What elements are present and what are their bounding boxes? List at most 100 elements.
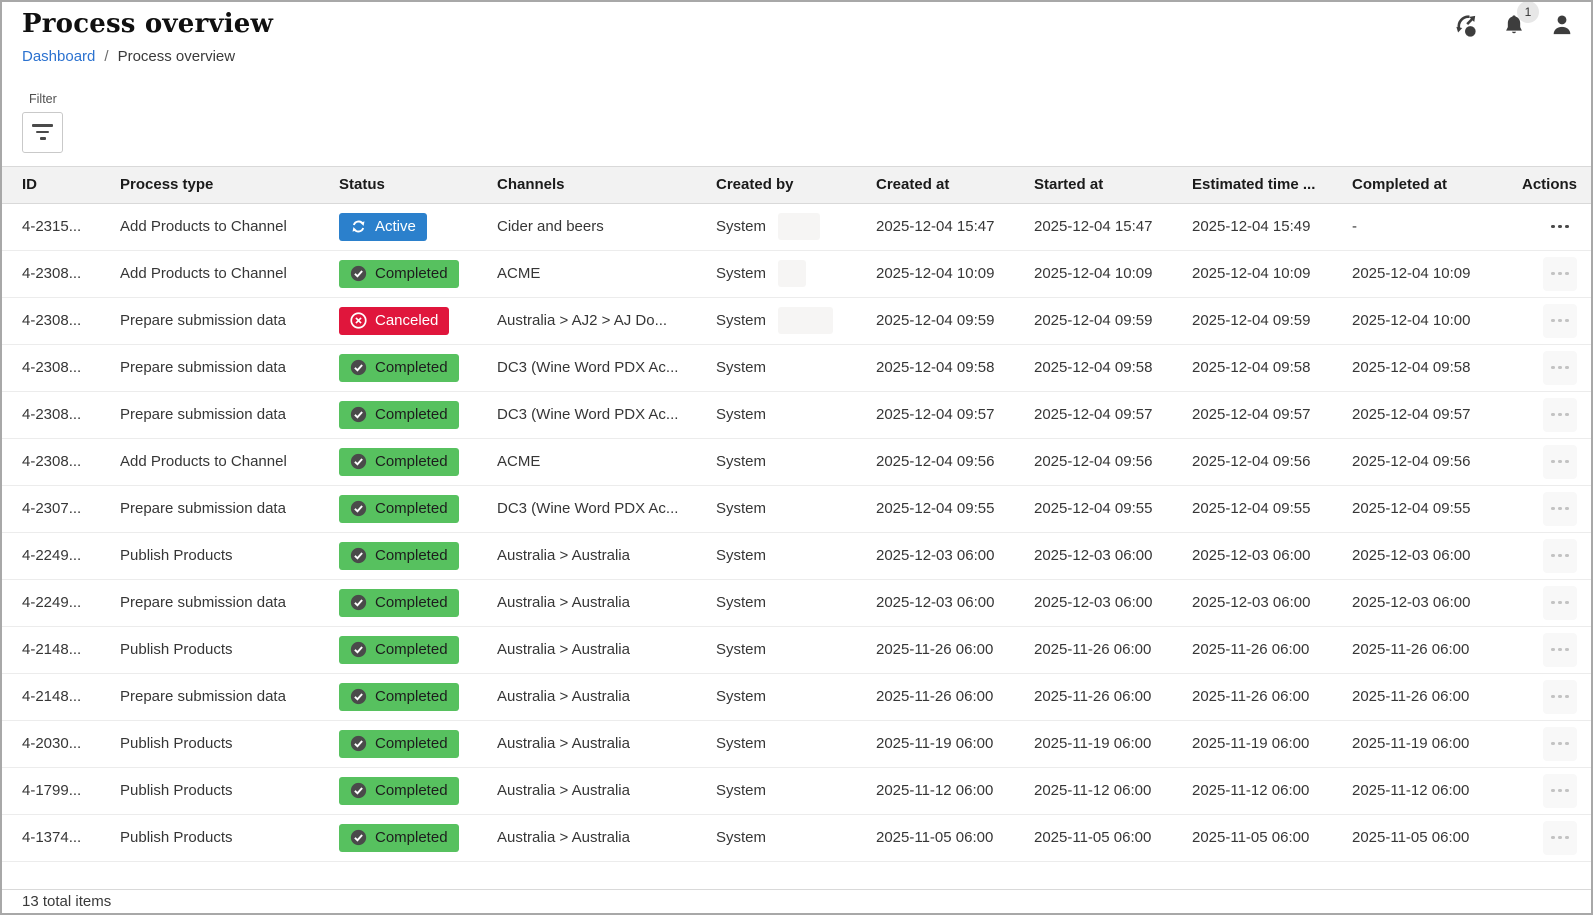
column-header: Created at — [876, 176, 1034, 193]
table-row[interactable]: 4-2148... Prepare submission data — [2, 674, 1591, 721]
column-header: ID — [22, 176, 120, 193]
row-actions-button[interactable] — [1543, 586, 1577, 620]
cell-started-at: 2025-12-03 06:00 — [1034, 547, 1192, 564]
cell-id: 4-2148... — [22, 688, 120, 705]
cell-created-by: System — [716, 307, 876, 334]
row-actions-button[interactable] — [1543, 633, 1577, 667]
table-row[interactable]: 4-2308... Prepare submission data — [2, 392, 1591, 439]
row-actions-button[interactable] — [1543, 257, 1577, 291]
cell-process-type: Prepare submission data — [120, 594, 339, 611]
cell-status: Completed — [339, 824, 497, 852]
table-row[interactable]: 4-2148... Publish Products Complet — [2, 627, 1591, 674]
cell-actions — [1508, 351, 1577, 385]
status-label: Completed — [375, 547, 448, 564]
created-by-value: System — [716, 218, 766, 235]
cell-started-at: 2025-12-04 10:09 — [1034, 265, 1192, 282]
status-badge: Completed — [339, 401, 459, 429]
cell-actions — [1508, 633, 1577, 667]
notifications-button[interactable]: 1 — [1501, 12, 1527, 39]
breadcrumb-separator: / — [104, 48, 108, 65]
row-actions-button[interactable] — [1543, 304, 1577, 338]
status-badge: Completed — [339, 730, 459, 758]
cell-started-at: 2025-12-04 09:56 — [1034, 453, 1192, 470]
table-row[interactable]: 4-2315... Add Products to Channel — [2, 204, 1591, 251]
created-by-value: System — [716, 453, 766, 470]
cell-estimated-at: 2025-12-04 09:57 — [1192, 406, 1352, 423]
breadcrumb-dashboard-link[interactable]: Dashboard — [22, 48, 95, 65]
cell-status: Completed — [339, 636, 497, 664]
table-row[interactable]: 4-1799... Publish Products Complet — [2, 768, 1591, 815]
cell-started-at: 2025-11-05 06:00 — [1034, 829, 1192, 846]
table-row[interactable]: 4-2030... Publish Products Complet — [2, 721, 1591, 768]
status-badge: Active — [339, 213, 427, 241]
cell-started-at: 2025-11-19 06:00 — [1034, 735, 1192, 752]
row-actions-button[interactable] — [1543, 821, 1577, 855]
column-header: Started at — [1034, 176, 1192, 193]
cell-completed-at: 2025-12-04 10:00 — [1352, 312, 1508, 329]
cell-started-at: 2025-12-04 09:58 — [1034, 359, 1192, 376]
created-by-value: System — [716, 359, 766, 376]
row-actions-button[interactable] — [1543, 727, 1577, 761]
cell-estimated-at: 2025-11-26 06:00 — [1192, 688, 1352, 705]
cell-status: Canceled — [339, 307, 497, 335]
avatar-skeleton — [778, 213, 820, 240]
cell-created-by: System — [716, 547, 876, 564]
cell-created-by: System — [716, 406, 876, 423]
table-row[interactable]: 4-1374... Publish Products Complet — [2, 815, 1591, 862]
table-row[interactable]: 4-2308... Prepare submission data — [2, 298, 1591, 345]
table-bottom-spacer — [2, 862, 1591, 890]
cell-channels: Australia > AJ2 > AJ Do... — [497, 312, 716, 329]
cell-completed-at: 2025-12-03 06:00 — [1352, 547, 1508, 564]
page-header: Process overview Dashboard/Process overv… — [2, 2, 1591, 153]
cell-created-by: System — [716, 735, 876, 752]
cell-id: 4-2315... — [22, 218, 120, 235]
cell-completed-at: 2025-11-12 06:00 — [1352, 782, 1508, 799]
row-actions-button[interactable] — [1543, 398, 1577, 432]
cell-created-at: 2025-12-04 09:59 — [876, 312, 1034, 329]
column-header: Status — [339, 176, 497, 193]
cell-created-by: System — [716, 213, 876, 240]
check-circle-icon — [350, 265, 367, 282]
status-label: Completed — [375, 453, 448, 470]
cell-id: 4-2308... — [22, 453, 120, 470]
cell-completed-at: 2025-11-19 06:00 — [1352, 735, 1508, 752]
sync-icon — [350, 218, 367, 235]
sync-processes-button[interactable] — [1452, 12, 1479, 39]
row-actions-button[interactable] — [1543, 445, 1577, 479]
table-row[interactable]: 4-2308... Prepare submission data — [2, 345, 1591, 392]
row-actions-button[interactable] — [1543, 215, 1577, 239]
cell-completed-at: 2025-12-04 10:09 — [1352, 265, 1508, 282]
cell-created-at: 2025-12-03 06:00 — [876, 594, 1034, 611]
avatar-skeleton — [778, 260, 806, 287]
cell-status: Completed — [339, 542, 497, 570]
status-badge: Completed — [339, 683, 459, 711]
cell-actions — [1508, 586, 1577, 620]
cell-process-type: Publish Products — [120, 641, 339, 658]
filter-button[interactable] — [22, 112, 63, 153]
table-row[interactable]: 4-2249... Publish Products Complet — [2, 533, 1591, 580]
cell-process-type: Publish Products — [120, 782, 339, 799]
status-badge: Completed — [339, 636, 459, 664]
cell-estimated-at: 2025-12-04 09:55 — [1192, 500, 1352, 517]
row-actions-button[interactable] — [1543, 680, 1577, 714]
cell-channels: Australia > Australia — [497, 688, 716, 705]
cell-id: 4-2308... — [22, 265, 120, 282]
cell-completed-at: 2025-12-04 09:58 — [1352, 359, 1508, 376]
row-actions-button[interactable] — [1543, 539, 1577, 573]
table-row[interactable]: 4-2308... Add Products to Channel — [2, 439, 1591, 486]
row-actions-button[interactable] — [1543, 492, 1577, 526]
table-row[interactable]: 4-2249... Prepare submission data — [2, 580, 1591, 627]
user-menu-button[interactable] — [1549, 12, 1575, 38]
row-actions-button[interactable] — [1543, 774, 1577, 808]
table-row[interactable]: 4-2308... Add Products to Channel — [2, 251, 1591, 298]
breadcrumb-current: Process overview — [118, 48, 236, 65]
table-row[interactable]: 4-2307... Prepare submission data — [2, 486, 1591, 533]
cell-completed-at: 2025-11-26 06:00 — [1352, 688, 1508, 705]
row-actions-button[interactable] — [1543, 351, 1577, 385]
cell-process-type: Prepare submission data — [120, 312, 339, 329]
cell-completed-at: 2025-12-04 09:55 — [1352, 500, 1508, 517]
cell-started-at: 2025-12-03 06:00 — [1034, 594, 1192, 611]
status-label: Canceled — [375, 312, 438, 329]
cell-estimated-at: 2025-11-12 06:00 — [1192, 782, 1352, 799]
status-badge: Completed — [339, 495, 459, 523]
